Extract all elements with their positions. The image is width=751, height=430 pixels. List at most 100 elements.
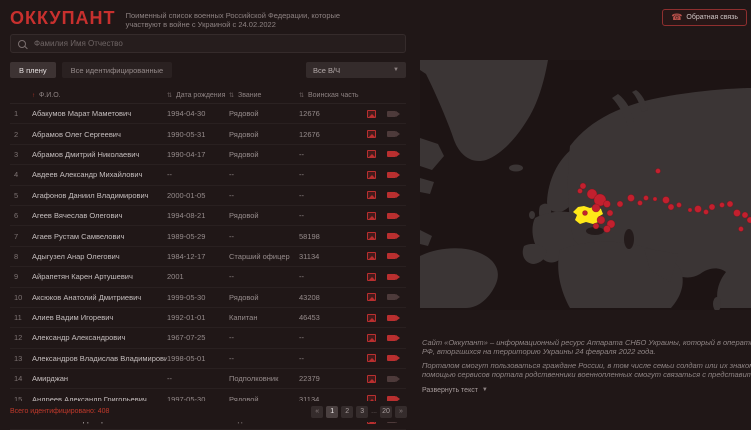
photo-icon[interactable] xyxy=(367,293,387,301)
map-marker[interactable] xyxy=(695,206,702,213)
page-button-1[interactable]: 1 xyxy=(326,406,338,418)
row-fio[interactable]: Аксюков Анатолий Дмитриевич xyxy=(32,293,167,302)
row-fio[interactable]: Амирджан xyxy=(32,374,167,383)
table-row[interactable]: 11 Алиев Вадим Игоревич 1992-01-01 Капит… xyxy=(10,308,406,328)
expand-text-link[interactable]: Развернуть текст ▼ xyxy=(422,386,488,395)
photo-icon[interactable] xyxy=(367,171,387,179)
row-fio[interactable]: Абрамов Олег Сергеевич xyxy=(32,130,167,139)
photo-icon[interactable] xyxy=(367,232,387,240)
map-marker[interactable] xyxy=(653,197,657,201)
photo-icon[interactable] xyxy=(367,273,387,281)
row-fio[interactable]: Абрамов Дмитрий Николаевич xyxy=(32,150,167,159)
video-camera-icon[interactable] xyxy=(387,151,410,157)
photo-icon[interactable] xyxy=(367,150,387,158)
table-row[interactable]: 7 Агаев Рустам Самвелович 1989-05-29 -- … xyxy=(10,226,406,246)
column-unit[interactable]: ⇅ Воинская часть xyxy=(299,92,367,99)
photo-icon[interactable] xyxy=(367,354,387,362)
video-camera-icon[interactable] xyxy=(387,111,410,117)
video-camera-icon[interactable] xyxy=(387,172,410,178)
photo-icon[interactable] xyxy=(367,252,387,260)
video-camera-icon[interactable] xyxy=(387,274,410,280)
page-next-button[interactable]: » xyxy=(395,406,407,418)
map-marker[interactable] xyxy=(617,201,623,207)
map-marker[interactable] xyxy=(709,204,715,210)
page-button-2[interactable]: 2 xyxy=(341,406,353,418)
table-row[interactable]: 6 Агеев Вячеслав Олегович 1994-08-21 Ряд… xyxy=(10,206,406,226)
map-marker[interactable] xyxy=(668,204,674,210)
military-unit-dropdown[interactable]: Все В/Ч ▼ xyxy=(306,62,406,78)
photo-icon[interactable] xyxy=(367,314,387,322)
map-marker[interactable] xyxy=(638,201,643,206)
map-marker[interactable] xyxy=(677,203,682,208)
row-fio[interactable]: Абакумов Марат Маметович xyxy=(32,109,167,118)
page-prev-button[interactable]: « xyxy=(311,406,323,418)
row-fio[interactable]: Агаев Рустам Самвелович xyxy=(32,232,167,241)
map-marker[interactable] xyxy=(663,197,670,204)
map-marker[interactable] xyxy=(704,210,709,215)
row-fio[interactable]: Авдеев Александр Михайлович xyxy=(32,170,167,179)
table-row[interactable]: 1 Абакумов Марат Маметович 1994-04-30 Ря… xyxy=(10,104,406,124)
map-marker[interactable] xyxy=(593,223,599,229)
row-fio[interactable]: Агеев Вячеслав Олегович xyxy=(32,211,167,220)
map-marker[interactable] xyxy=(604,201,611,208)
table-row[interactable]: 2 Абрамов Олег Сергеевич 1990-05-31 Рядо… xyxy=(10,124,406,144)
table-row[interactable]: 3 Абрамов Дмитрий Николаевич 1990-04-17 … xyxy=(10,145,406,165)
row-fio[interactable]: Александр Александрович xyxy=(32,333,167,342)
tab-all-identified[interactable]: Все идентифицированные xyxy=(62,62,173,78)
table-row[interactable]: 13 Александров Владислав Владимирович 19… xyxy=(10,349,406,369)
row-fio[interactable]: Агафонов Даниил Владимирович xyxy=(32,191,167,200)
video-camera-icon[interactable] xyxy=(387,376,410,382)
map-marker[interactable] xyxy=(742,212,748,218)
video-camera-icon[interactable] xyxy=(387,131,410,137)
table-row[interactable]: 14 Амирджан -- Подполковник 22379 xyxy=(10,369,406,389)
map-marker[interactable] xyxy=(592,204,600,212)
page-button-3[interactable]: 3 xyxy=(356,406,368,418)
video-camera-icon[interactable] xyxy=(387,233,410,239)
video-camera-icon[interactable] xyxy=(387,213,410,219)
video-camera-icon[interactable] xyxy=(387,315,410,321)
video-camera-icon[interactable] xyxy=(387,253,410,259)
photo-icon[interactable] xyxy=(367,110,387,118)
map-marker[interactable] xyxy=(734,210,741,217)
map-marker[interactable] xyxy=(580,183,586,189)
table-row[interactable]: 9 Айрапетян Карен Артушевич 2001 -- -- xyxy=(10,267,406,287)
video-camera-icon[interactable] xyxy=(387,192,410,198)
search-input[interactable] xyxy=(32,38,398,49)
photo-icon[interactable] xyxy=(367,334,387,342)
column-rank[interactable]: ⇅ Звание xyxy=(229,92,299,99)
map-marker[interactable] xyxy=(644,196,649,201)
video-camera-icon[interactable] xyxy=(387,335,410,341)
row-fio[interactable]: Алиев Вадим Игоревич xyxy=(32,313,167,322)
map-marker[interactable] xyxy=(720,203,725,208)
table-row[interactable]: 5 Агафонов Даниил Владимирович 2000-01-0… xyxy=(10,186,406,206)
map-marker[interactable] xyxy=(727,201,733,207)
row-fio[interactable]: Адыгузел Анар Олегович xyxy=(32,252,167,261)
row-fio[interactable]: Александров Владислав Владимирович xyxy=(32,354,167,363)
map-marker[interactable] xyxy=(656,169,661,174)
world-map[interactable] xyxy=(420,60,751,310)
map-marker[interactable] xyxy=(607,210,613,216)
table-row[interactable]: 8 Адыгузел Анар Олегович 1984-12-17 Стар… xyxy=(10,247,406,267)
map-marker[interactable] xyxy=(628,195,635,202)
table-row[interactable]: 12 Александр Александрович 1967-07-25 --… xyxy=(10,328,406,348)
photo-icon[interactable] xyxy=(367,212,387,220)
table-row[interactable]: 10 Аксюков Анатолий Дмитриевич 1999-05-3… xyxy=(10,288,406,308)
column-birth[interactable]: ⇅ Дата рождения xyxy=(167,92,229,99)
map-marker[interactable] xyxy=(604,226,611,233)
map-marker[interactable] xyxy=(739,227,744,232)
table-row[interactable]: 4 Авдеев Александр Михайлович -- -- -- xyxy=(10,165,406,185)
page-button-last[interactable]: 20 xyxy=(380,406,392,418)
row-fio[interactable]: Айрапетян Карен Артушевич xyxy=(32,272,167,281)
map-marker[interactable] xyxy=(597,216,605,224)
map-marker[interactable] xyxy=(747,217,751,223)
video-camera-icon[interactable] xyxy=(387,294,410,300)
map-marker[interactable] xyxy=(688,208,692,212)
tab-captive[interactable]: В плену xyxy=(10,62,56,78)
map-marker[interactable] xyxy=(578,189,583,194)
map-marker[interactable] xyxy=(583,211,588,216)
photo-icon[interactable] xyxy=(367,191,387,199)
column-fio[interactable]: ↑ Ф.И.О. xyxy=(32,92,167,99)
search-bar[interactable] xyxy=(10,34,406,53)
video-camera-icon[interactable] xyxy=(387,355,410,361)
photo-icon[interactable] xyxy=(367,375,387,383)
